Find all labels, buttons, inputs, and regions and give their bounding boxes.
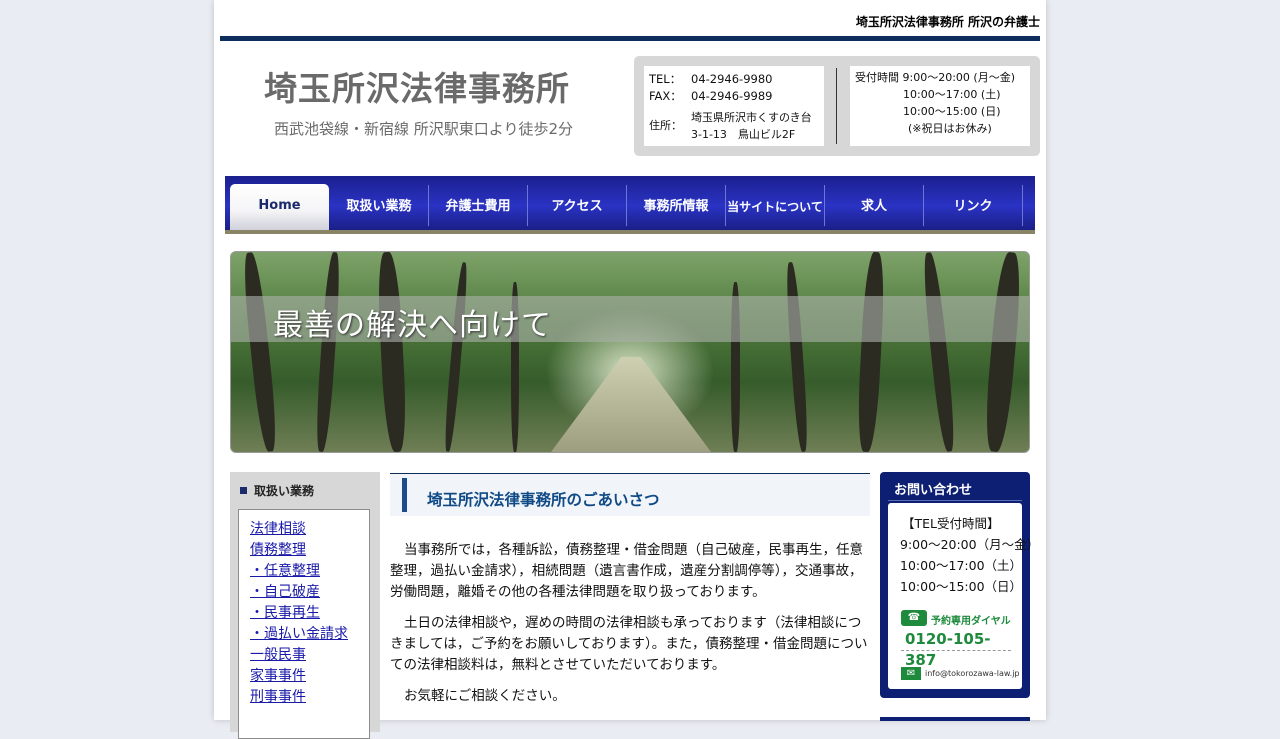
tel-label: TEL： (649, 72, 682, 86)
sidebar-list: 法律相談 債務整理 ・任意整理 ・自己破産 ・民事再生 ・過払い金請求 一般民事… (238, 509, 370, 739)
reservation-dial[interactable]: ☎ 予約専用ダイヤル 0120-105-387 (901, 610, 1011, 669)
inquiry-divider (888, 500, 1022, 501)
tel-hours-title: 【TEL受付時間】 (902, 516, 1000, 531)
fax-number: 04-2946-9989 (691, 89, 773, 103)
sidebar-item-civil[interactable]: 一般民事 (250, 645, 369, 666)
site-subtitle: 西武池袋線・新宿線 所沢駅東口より徒歩2分 (274, 120, 574, 138)
hours-saturday: 10:00～17:00 (土) (903, 88, 1001, 101)
sidebar-item-family[interactable]: 家事事件 (250, 666, 369, 687)
greeting-paragraph: 土日の法律相談や，遅めの時間の法律相談も承っております（法律相談につきましては，… (390, 615, 868, 673)
top-tagline: 埼玉所沢法律事務所 所沢の弁護士 (855, 15, 1040, 29)
sidebar-heading: 取扱い業務 (240, 482, 314, 499)
sidebar-item-voluntary[interactable]: ・任意整理 (250, 561, 369, 582)
nav-about-site[interactable]: 当サイトについて (726, 185, 825, 226)
contact-divider (836, 68, 837, 144)
next-box-edge (880, 717, 1030, 721)
sidebar-item-rehabilitation[interactable]: ・民事再生 (250, 603, 369, 624)
nav-fees[interactable]: 弁護士費用 (429, 185, 528, 226)
address-line2: 3-1-13 鳥山ビル2F (691, 127, 796, 141)
sidebar-services: 取扱い業務 法律相談 債務整理 ・任意整理 ・自己破産 ・民事再生 ・過払い金請… (230, 472, 380, 739)
nav-office-info[interactable]: 事務所情報 (627, 185, 726, 226)
hours-weekday: 9:00～20:00 (月～金) (902, 71, 1015, 84)
contact-details: TEL： 04-2946-9980 FAX： 04-2946-9989 住所： 埼玉県… (644, 66, 824, 146)
hours-sunday: 10:00～15:00 (日) (903, 105, 1001, 118)
page: 埼玉所沢法律事務所 所沢の弁護士 埼玉所沢法律事務所 西武池袋線・新宿線 所沢駅… (214, 0, 1046, 739)
fax-label: FAX： (649, 89, 682, 103)
site-title[interactable]: 埼玉所沢法律事務所 (264, 62, 570, 110)
sidebar-item-debt[interactable]: 債務整理 (250, 540, 369, 561)
greeting-body: 当事務所では，各種訴訟，債務整理・借金問題（自己破産，民事再生，任意整理，過払い… (390, 540, 870, 717)
hero-banner: 最善の解決へ向けて (230, 251, 1030, 453)
inquiry-box: お問い合わせ 【TEL受付時間】 9:00～20:00（月～金） 10:00～1… (880, 472, 1039, 698)
contact-box: TEL： 04-2946-9980 FAX： 04-2946-9989 住所： 埼玉県… (634, 56, 1040, 156)
tel-hours-weekday: 9:00～20:00（月～金） (900, 537, 1040, 552)
nav-services[interactable]: 取扱い業務 (330, 185, 429, 226)
email-link[interactable]: ✉ info@tokorozawa-law.jp (901, 663, 1020, 684)
email-address: info@tokorozawa-law.jp (925, 669, 1020, 678)
sidebar-item-criminal[interactable]: 刑事事件 (250, 687, 369, 708)
mail-icon: ✉ (901, 667, 921, 680)
inquiry-heading: お問い合わせ (894, 483, 973, 498)
heading-accent-bar (402, 478, 407, 512)
inquiry-card: 【TEL受付時間】 9:00～20:00（月～金） 10:00～17:00（土）… (888, 503, 1039, 689)
sidebar-item-consultation[interactable]: 法律相談 (250, 519, 369, 540)
sidebar-item-bankruptcy[interactable]: ・自己破産 (250, 582, 369, 603)
business-hours: 受付時間 9:00～20:00 (月～金) 10:00～17:00 (土) 10… (850, 66, 1030, 146)
greeting-paragraph: 当事務所では，各種訴訟，債務整理・借金問題（自己破産，民事再生，任意整理，過払い… (390, 542, 863, 600)
hero-caption: 最善の解決へ向けて (273, 308, 552, 343)
greeting-title: 埼玉所沢法律事務所のごあいさつ (427, 491, 660, 509)
tel-number: 04-2946-9980 (691, 72, 773, 86)
top-tagline-bar: 埼玉所沢法律事務所 所沢の弁護士 (220, 10, 1040, 41)
greeting-heading: 埼玉所沢法律事務所のごあいさつ (390, 473, 870, 516)
phone-icon: ☎ (901, 610, 927, 626)
sidebar-item-overpayment[interactable]: ・過払い金請求 (250, 624, 369, 645)
address-line1: 埼玉県所沢市くすのき台 (691, 111, 812, 124)
hours-holiday-note: (※祝日はお休み) (908, 122, 992, 135)
nav-links[interactable]: リンク (924, 185, 1023, 226)
forest-path (551, 357, 711, 452)
square-bullet-icon (240, 487, 247, 494)
tel-hours-sunday: 10:00～15:00（日） (900, 579, 1023, 594)
greeting-paragraph: お気軽にご相談ください。 (404, 688, 566, 704)
nav-home[interactable]: Home (230, 184, 329, 230)
tel-hours-saturday: 10:00～17:00（土） (900, 558, 1023, 573)
nav-access[interactable]: アクセス (528, 185, 627, 226)
nav-recruit[interactable]: 求人 (825, 185, 924, 226)
main-nav: Home 取扱い業務 弁護士費用 アクセス 事務所情報 当サイトについて 求人 … (225, 176, 1035, 234)
hours-label: 受付時間 (855, 71, 899, 84)
address-label: 住所： (649, 119, 682, 132)
